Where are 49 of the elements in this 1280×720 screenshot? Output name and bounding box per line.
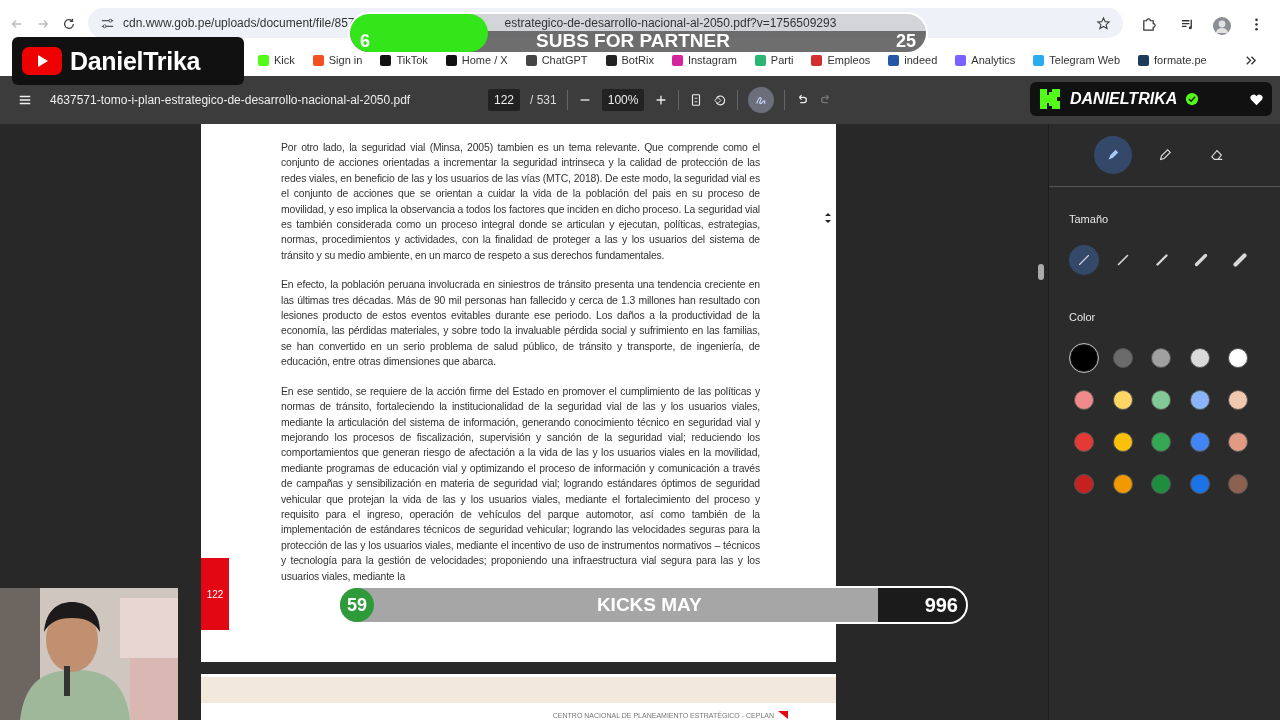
bookmark[interactable]: Analytics: [955, 54, 1016, 66]
paragraph: En ese sentido, se requiere de la acción firme del Estado en promover el cumplimiento de las políticas y normas de tránsito, fortaleciendo la institucionalidad de la seguridad vial de las y los usuarios viales, mediante la articulación del sistema de información, generando conocimiento técnico en seguridad vial y mejorando los procesos de fiscalización, supervisión y sanción de la seguridad vial; reduciendo los comportamientos que generan riesgo de afectación a la vida de las y los usuarios viales en la movilidad, mediante programas de educación vial y optimizando el proceso de información y comunicación a través de campañas y sensibilización en materia de seguridad vial; logrando estándares óptimos de seguridad vehicular que protejan la vida de las y los usuarios viales, mediante el fortalecimiento del proceso y requisito para el ingreso, operación de vehículos del parque automotor, así como también de la implementación de estándares técnicos de seguridad vehicular; logrando las velocidades seguras para la protección de las y los usuarios viales, mediante el incentivo de uso de instrumentos normativos – técnicos y tecnología para la gestión de velocidades; proponiendo una infraestructura vial segura para las y los usuarios viales, mediante la: [281, 384, 760, 584]
paragraph: En efecto, la población peruana involucrada en siniestros de tránsito presenta una tendencia creciente en las últimas tres décadas. Más de 90 mil personas han fallecido y cerca de 1.3 millones han resultado con lesiones producto de estos eventos evitables durante ese periodo. Los daños a la productividad de la economía, las pérdidas materiales, y sobre todo la invaluable pérdida social y sufrimiento en las familias, se han convertido en un serio problema de salud público, de tránsito y transporte, de ingeniería, de educación, entre otras dimensiones que abarca.: [281, 278, 760, 370]
pencil-icon: [1157, 148, 1172, 162]
goal-current: 59: [340, 588, 374, 622]
page-count: / 531: [530, 93, 557, 107]
bookmark[interactable]: ChatGPT: [525, 54, 588, 66]
page-number-field[interactable]: 122: [488, 89, 521, 111]
paragraph: Por otro lado, la seguridad vial (Minsa, 2005) tambien es un tema relevante. Que comprende como el conjunto de acciones orientadas a incrementar la seguridad intrinseca y la calidad de protección de las redes viales, en beneficio de las y los usuarios de las vías (MTC, 2018). De este modo, la seguridad vial es el conjunto de acciones que se orientan a cuidar la vida de la población del pais en su proceso de movilidad, y eso implica la observancia a todos los factores que inciden en dicho proceso. La seguridad vial es también considerada como un proceso integral donde se articulan y ejecutan, políticas, estrategias, normas, procedimientos y actividades, con la finalidad de proteger a las y los usuarios del sistema de tránsito y su medio ambiente, en un marco de respeto a sus derechos fundamentales.: [281, 141, 760, 263]
profile-avatar-icon[interactable]: [1213, 17, 1231, 35]
bookmark[interactable]: formate.pe: [1138, 54, 1207, 66]
resize-arrows-icon: [824, 212, 832, 224]
stroke-line-icon: [1192, 251, 1210, 269]
color-swatch[interactable]: [1069, 343, 1099, 373]
zoom-field[interactable]: 100%: [601, 89, 645, 111]
goal-label: KICKS MAY: [596, 594, 702, 616]
corner-mark-icon: [778, 711, 788, 719]
bookmark[interactable]: Sign in: [312, 54, 363, 66]
reload-icon[interactable]: [62, 17, 76, 31]
url-text: cdn.www.gob.pe/uploads/document/file/857: [123, 16, 355, 30]
pen-tool[interactable]: [1093, 136, 1132, 174]
bookmark[interactable]: Home / X: [445, 54, 508, 66]
rotate-icon[interactable]: [713, 93, 728, 107]
puzzle-icon[interactable]: [1141, 17, 1156, 32]
bookmark[interactable]: BotRix: [605, 54, 654, 66]
bookmark[interactable]: Empleos: [811, 54, 871, 66]
goal-target: 996: [924, 593, 958, 617]
bookmark[interactable]: TikTok: [380, 54, 428, 66]
stroke-line-icon: [1153, 251, 1171, 269]
play-logo-icon: [22, 47, 62, 75]
size-label: Tamaño: [1069, 213, 1110, 225]
bookmark[interactable]: Parti: [754, 54, 794, 66]
url-text: estrategico-de-desarrollo-nacional-al-2050.pdf?v=1756509293: [504, 16, 837, 30]
bookmark[interactable]: Instagram: [671, 54, 737, 66]
bookmark[interactable]: indeed: [888, 54, 938, 66]
k-logo-icon: [1038, 87, 1062, 111]
media-queue-icon[interactable]: [1180, 17, 1195, 32]
star-icon[interactable]: [1096, 15, 1111, 31]
bookmark[interactable]: Kick: [258, 54, 295, 66]
color-label: Color: [1069, 311, 1097, 323]
menu-icon[interactable]: [18, 93, 32, 107]
stroke-line-icon: [1231, 251, 1249, 269]
scrollbar-thumb[interactable]: [1038, 264, 1044, 280]
channel-name: DanielTrika: [70, 46, 201, 76]
annotate-button[interactable]: [748, 87, 775, 113]
eraser-icon: [1209, 148, 1224, 162]
bookmark[interactable]: Telegram Web: [1033, 54, 1121, 66]
channel-name: DANIELTRIKA: [1070, 90, 1178, 108]
file-name: 4637571-tomo-i-plan-estrategico-de-desarrollo-nacional-al-2050.pdf: [50, 93, 412, 107]
